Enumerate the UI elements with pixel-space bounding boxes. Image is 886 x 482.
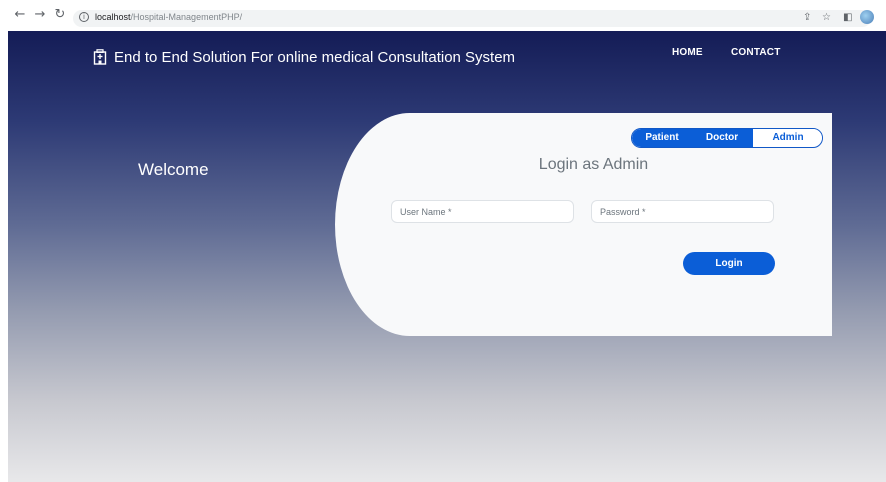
hospital-icon [93,49,107,65]
page-background: End to End Solution For online medical C… [8,31,886,482]
back-arrow-icon[interactable]: ← [13,8,27,22]
reload-icon[interactable]: ↻ [53,8,67,22]
site-title: End to End Solution For online medical C… [114,48,516,66]
nav-home-link[interactable]: HOME [672,47,703,58]
tab-patient[interactable]: Patient [632,129,692,146]
login-title: Login as Admin [538,156,649,173]
profile-avatar-icon[interactable] [860,10,874,24]
brand[interactable]: End to End Solution For online medical C… [93,47,515,67]
forward-arrow-icon[interactable]: → [33,8,47,22]
login-card: Patient Doctor Admin Login as Admin Logi… [335,113,832,336]
share-icon[interactable]: ⇪ [803,12,811,23]
bookmark-star-icon[interactable]: ☆ [822,12,831,23]
login-button[interactable]: Login [683,252,775,275]
nav-contact-link[interactable]: CONTACT [731,47,781,58]
site-info-icon[interactable]: i [79,12,89,22]
url-text: localhost/Hospital-ManagementPHP/ [95,12,243,22]
browser-chrome: ← → ↻ i localhost/Hospital-ManagementPHP… [0,0,886,31]
address-bar[interactable]: i localhost/Hospital-ManagementPHP/ [73,10,871,27]
welcome-heading: Welcome [138,160,209,179]
tab-admin[interactable]: Admin [754,129,822,146]
role-switch: Patient Doctor Admin [631,128,823,148]
tab-doctor[interactable]: Doctor [692,129,752,146]
password-input[interactable] [591,200,774,223]
side-panel-icon[interactable]: ◧ [843,12,852,23]
username-input[interactable] [391,200,574,223]
